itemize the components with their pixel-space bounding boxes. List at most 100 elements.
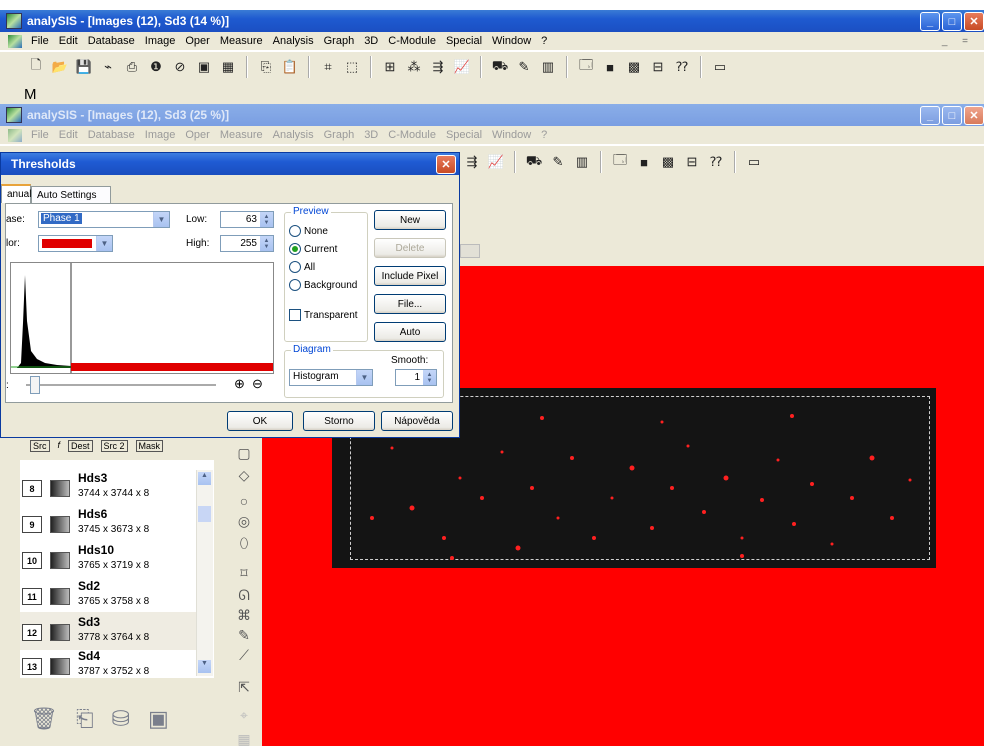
zoom-slider-handle[interactable]	[30, 376, 40, 394]
menu-special[interactable]: Special	[441, 35, 487, 47]
menu-measure[interactable]: Measure	[215, 35, 268, 47]
preview-all-radio[interactable]: All	[289, 261, 315, 273]
minimize-icon[interactable]: _	[920, 12, 940, 31]
list-item-selected[interactable]: 12 Sd3 3778 x 3764 x 8	[20, 612, 200, 650]
maximize-icon[interactable]: □	[942, 106, 962, 125]
diamond-tool-icon[interactable]: ◇	[235, 466, 253, 484]
spinner-icon[interactable]: ▲ ▼	[423, 370, 436, 385]
stop-icon[interactable]: ■	[634, 152, 654, 172]
chevron-down-icon[interactable]: ▼	[96, 236, 112, 251]
image-list-scrollbar[interactable]: ▲ ▼	[196, 470, 213, 676]
menu-graph[interactable]: Graph	[319, 35, 360, 47]
help-pointer-icon[interactable]: ⁇	[706, 152, 726, 172]
monitor-icon[interactable]: ▭	[710, 57, 730, 77]
list-item[interactable]: 13 Sd4 3787 x 3752 x 8	[20, 646, 200, 684]
help-button[interactable]: Nápověda	[381, 411, 453, 431]
zoom-slider-track[interactable]	[26, 384, 216, 386]
menu-file[interactable]: File	[26, 35, 54, 47]
layout-icon[interactable]: ⊟	[648, 57, 668, 77]
channel-mask[interactable]: Mask	[135, 440, 164, 452]
grid-icon[interactable]: ▦	[218, 57, 238, 77]
diagram-select[interactable]: Histogram ▼	[289, 369, 373, 386]
menu-database[interactable]: Database	[83, 129, 140, 141]
tab-manual[interactable]: anual	[1, 184, 31, 203]
histogram-plot[interactable]	[10, 262, 274, 374]
green-grid-icon[interactable]: ▩	[624, 57, 644, 77]
menu-oper[interactable]: Oper	[180, 35, 214, 47]
chevron-down-icon[interactable]: ▼	[356, 370, 372, 385]
chart-icon[interactable]: 📈	[452, 57, 472, 77]
mdi-buttons[interactable]: _ =	[942, 36, 974, 47]
transparent-checkbox[interactable]: Transparent	[289, 309, 358, 321]
zoom-in-icon[interactable]: ⊕	[234, 376, 245, 392]
menu-3d[interactable]: 3D	[359, 129, 383, 141]
pointer-icon[interactable]: ⊘	[170, 57, 190, 77]
delete-button[interactable]: Delete	[374, 238, 446, 258]
menu-help[interactable]: ?	[536, 35, 552, 47]
include-pixel-button[interactable]: Include Pixel	[374, 266, 446, 286]
histogram-tool-icon[interactable]: ⌗	[318, 57, 338, 77]
disabled-tool-icon[interactable]: ▦	[235, 730, 253, 748]
menu-window[interactable]: Window	[487, 129, 536, 141]
channel-src2[interactable]: Src 2	[100, 440, 128, 452]
spinner-icon[interactable]: ▲ ▼	[260, 236, 273, 251]
open-icon[interactable]: 📂	[50, 57, 70, 77]
file-button[interactable]: File...	[374, 294, 446, 314]
close-icon[interactable]: ✕	[964, 106, 984, 125]
main-window-titlebar[interactable]: analySIS - [Images (12), Sd3 (14 %)] _ □…	[0, 10, 984, 32]
low-stepper[interactable]: 63 ▲ ▼	[220, 211, 274, 228]
preview-none-radio[interactable]: None	[289, 225, 328, 237]
dialog-titlebar[interactable]: Thresholds ✕	[1, 153, 459, 175]
menu-image[interactable]: Image	[140, 129, 181, 141]
menu-edit[interactable]: Edit	[54, 35, 83, 47]
list-item[interactable]: 11 Sd2 3765 x 3758 x 8	[20, 576, 200, 614]
second-window-titlebar[interactable]: analySIS - [Images (12), Sd3 (25 %)] _ □…	[0, 104, 984, 126]
scroll-up-icon[interactable]: ▲	[198, 472, 211, 485]
menu-cmodule[interactable]: C-Module	[383, 129, 441, 141]
disabled-tool-icon[interactable]: ⌖	[235, 706, 253, 724]
chevron-down-icon[interactable]: ▼	[153, 212, 169, 227]
layout-icon[interactable]: ⊟	[682, 152, 702, 172]
rectangle-tool-icon[interactable]: ▢	[235, 444, 253, 462]
phase-select[interactable]: Phase 1 ▼	[38, 211, 170, 228]
paste-icon[interactable]: 📋	[280, 57, 300, 77]
bar-icon[interactable]: ▥	[572, 152, 592, 172]
small-toolbar-icon[interactable]	[460, 244, 480, 258]
auto-button[interactable]: Auto	[374, 322, 446, 342]
circle-tool-icon[interactable]: ○	[235, 492, 253, 510]
camera-icon[interactable]: ⛟	[524, 152, 544, 172]
polygon-tool-icon[interactable]: ⌑	[235, 564, 253, 582]
database-icon[interactable]: ⛁	[112, 706, 130, 732]
menu-oper[interactable]: Oper	[180, 129, 214, 141]
channel-src[interactable]: Src	[30, 440, 50, 452]
info-icon[interactable]: ❶	[146, 57, 166, 77]
arrows-icon[interactable]: ⇶	[462, 152, 482, 172]
stop-icon[interactable]: ■	[600, 57, 620, 77]
tab-auto-settings[interactable]: Auto Settings	[31, 186, 111, 203]
menu-edit[interactable]: Edit	[54, 129, 83, 141]
chart-icon[interactable]: 📈	[486, 152, 506, 172]
menu-image[interactable]: Image	[140, 35, 181, 47]
channel-dest[interactable]: Dest	[68, 440, 93, 452]
help-pointer-icon[interactable]: ⁇	[672, 57, 692, 77]
smooth-stepper[interactable]: 1 ▲ ▼	[395, 369, 437, 386]
scroll-down-icon[interactable]: ▼	[198, 660, 211, 673]
pen-icon[interactable]: ✎	[548, 152, 568, 172]
trash-icon[interactable]: 🗑	[30, 706, 58, 732]
camera-icon[interactable]: ⛟	[490, 57, 510, 77]
zoom-out-icon[interactable]: ⊖	[252, 376, 263, 392]
minimize-icon[interactable]: _	[920, 106, 940, 125]
green-grid-icon[interactable]: ▩	[658, 152, 678, 172]
list-item[interactable]: 8 Hds3 3744 x 3744 x 8	[20, 468, 200, 506]
menu-database[interactable]: Database	[83, 35, 140, 47]
filter-icon[interactable]: ⊞	[380, 57, 400, 77]
high-stepper[interactable]: 255 ▲ ▼	[220, 235, 274, 252]
window-icon[interactable]: 🗔	[610, 152, 630, 172]
function-icon[interactable]: f	[58, 440, 61, 452]
preview-background-radio[interactable]: Background	[289, 279, 357, 291]
arrows-icon[interactable]: ⇶	[428, 57, 448, 77]
menu-graph[interactable]: Graph	[319, 129, 360, 141]
pen-tool-icon[interactable]: ✎	[235, 626, 253, 644]
particles-icon[interactable]: ⁂	[404, 57, 424, 77]
ellipse-tool-icon[interactable]: ⬯	[235, 534, 253, 552]
